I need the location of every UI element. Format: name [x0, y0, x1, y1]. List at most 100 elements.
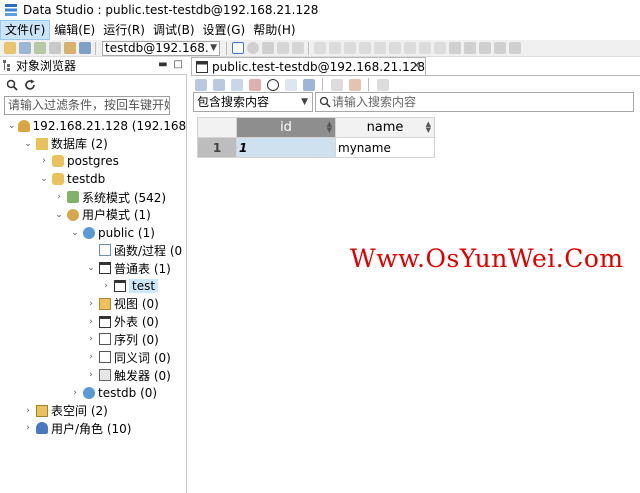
step-into-icon[interactable]	[448, 42, 461, 54]
close-icon[interactable]: ✕	[412, 59, 421, 72]
chevron-right-icon[interactable]: ›	[100, 281, 112, 291]
chevron-down-icon[interactable]: ⌄	[8, 121, 16, 131]
object-filter-input[interactable]: 请输入过滤条件，按回车键开始	[4, 96, 170, 115]
menu-run[interactable]: 运行(R)	[99, 20, 149, 40]
menu-file[interactable]: 文件(F)	[0, 20, 51, 40]
chevron-down-icon[interactable]: ⌄	[85, 263, 97, 273]
chevron-down-icon[interactable]: ⌄	[38, 174, 50, 184]
grid-cell-id[interactable]: 1	[236, 137, 336, 158]
menu-edit[interactable]: 编辑(E)	[50, 20, 99, 40]
tree-node-server[interactable]: ⌄ 192.168.21.128 (192.168.2	[0, 117, 187, 135]
tree-node-label: 同义词 (0)	[114, 350, 171, 365]
tree-node-user-schema[interactable]: ⌄ 用户模式 (1)	[0, 206, 187, 224]
tree-node-test-table[interactable]: › test	[0, 277, 187, 295]
uppercase-icon[interactable]	[328, 42, 341, 54]
new-connection-icon[interactable]	[3, 42, 16, 54]
connection-selector[interactable]: testdb@192.168. ▼	[102, 40, 220, 56]
continue-icon[interactable]	[291, 42, 304, 54]
column-header-id[interactable]: id ▲ ▼	[236, 117, 336, 138]
find-icon[interactable]	[418, 42, 431, 54]
uncomment-icon[interactable]	[373, 42, 386, 54]
tree-node-functions[interactable]: 函数/过程 (0	[0, 242, 187, 260]
chevron-right-icon[interactable]: ›	[85, 334, 97, 344]
sort-ascending-icon[interactable]	[330, 78, 343, 91]
chevron-right-icon[interactable]: ›	[85, 352, 97, 362]
data-grid: id ▲ ▼ name ▲ ▼ 1 1 myname	[197, 117, 435, 158]
stop-icon[interactable]	[246, 42, 259, 54]
tree-node-tables[interactable]: ⌄ 普通表 (1)	[0, 259, 187, 277]
view-icon	[99, 297, 111, 310]
tree-node-views[interactable]: › 视图 (0)	[0, 295, 187, 313]
tree-node-system-schema[interactable]: › 系统模式 (542)	[0, 188, 187, 206]
breakpoint-icon[interactable]	[433, 42, 446, 54]
chevron-right-icon[interactable]: ›	[85, 317, 97, 327]
search-icon[interactable]	[6, 79, 18, 91]
tree-node-sequences[interactable]: › 序列 (0)	[0, 331, 187, 349]
add-row-icon[interactable]	[230, 78, 243, 91]
search-scope-select[interactable]: 包含搜索内容 ▼	[193, 92, 313, 112]
execute-icon[interactable]	[231, 42, 244, 54]
app-logo-icon	[5, 4, 17, 16]
chevron-right-icon[interactable]: ›	[22, 406, 34, 416]
terminate-icon[interactable]	[493, 42, 506, 54]
outdent-icon[interactable]	[403, 42, 416, 54]
sort-icon[interactable]: ▲ ▼	[327, 121, 332, 134]
menu-help[interactable]: 帮助(H)	[249, 20, 299, 40]
chevron-right-icon[interactable]: ›	[38, 156, 50, 166]
delete-row-icon[interactable]	[248, 78, 261, 91]
indent-icon[interactable]	[388, 42, 401, 54]
comment-icon[interactable]	[358, 42, 371, 54]
step-out-icon[interactable]	[478, 42, 491, 54]
save-icon[interactable]	[302, 78, 315, 91]
refresh-icon[interactable]	[24, 79, 36, 91]
copy-icon[interactable]	[194, 78, 207, 91]
sort-descending-icon[interactable]	[348, 78, 361, 91]
sql-terminal-icon[interactable]	[48, 42, 61, 54]
sql-export-icon[interactable]	[284, 78, 297, 91]
step-icon[interactable]	[276, 42, 289, 54]
chevron-down-icon[interactable]: ⌄	[69, 228, 81, 238]
format-icon[interactable]	[313, 42, 326, 54]
grid-cell-name[interactable]: myname	[335, 137, 435, 158]
tree-node-synonyms[interactable]: › 同义词 (0)	[0, 348, 187, 366]
minimize-icon[interactable]: ▬	[158, 59, 167, 70]
grid-corner-cell[interactable]	[197, 117, 237, 138]
tree-node-testdb[interactable]: ⌄ testdb	[0, 170, 187, 188]
tree-node-users-roles[interactable]: › 用户/角色 (10)	[0, 420, 187, 438]
maximize-icon[interactable]: □	[174, 59, 183, 70]
refresh-icon[interactable]	[266, 78, 279, 91]
paste-icon[interactable]	[212, 78, 225, 91]
tree-node-tablespaces[interactable]: › 表空间 (2)	[0, 402, 187, 420]
tree-node-postgres[interactable]: › postgres	[0, 153, 187, 171]
tree-node-foreign-tables[interactable]: › 外表 (0)	[0, 313, 187, 331]
chevron-down-icon[interactable]: ⌄	[22, 139, 34, 149]
chevron-right-icon[interactable]: ›	[85, 370, 97, 380]
row-number-cell[interactable]: 1	[197, 137, 237, 158]
object-browser-tab[interactable]: 对象浏览器 ▬ □	[0, 57, 187, 75]
schema-icon	[83, 386, 95, 399]
chevron-right-icon[interactable]: ›	[53, 192, 65, 202]
tree-node-testdb-schema[interactable]: › testdb (0)	[0, 384, 187, 402]
settings-icon[interactable]	[508, 42, 521, 54]
chevron-down-icon[interactable]: ⌄	[53, 210, 65, 220]
chevron-right-icon[interactable]: ›	[85, 299, 97, 309]
chevron-right-icon[interactable]: ›	[22, 423, 34, 433]
save-icon[interactable]	[78, 42, 91, 54]
disconnect-icon[interactable]	[18, 42, 31, 54]
tree-node-databases[interactable]: ⌄ 数据库 (2)	[0, 135, 187, 153]
menu-debug[interactable]: 调试(B)	[149, 20, 199, 40]
column-header-name[interactable]: name ▲ ▼	[335, 117, 435, 138]
open-icon[interactable]	[63, 42, 76, 54]
step-over-icon[interactable]	[463, 42, 476, 54]
properties-icon[interactable]	[376, 78, 389, 91]
tree-node-triggers[interactable]: › 触发器 (0)	[0, 366, 187, 384]
chevron-right-icon[interactable]: ›	[69, 388, 81, 398]
tree-node-public[interactable]: ⌄ public (1)	[0, 224, 187, 242]
search-input[interactable]: 请输入搜索内容	[315, 92, 634, 112]
lowercase-icon[interactable]	[343, 42, 356, 54]
editor-tab-public-test[interactable]: public.test-testdb@192.168.21.128 ✕	[191, 57, 426, 75]
sort-icon[interactable]: ▲ ▼	[426, 121, 431, 134]
menu-settings[interactable]: 设置(G)	[199, 20, 250, 40]
debug-icon[interactable]	[261, 42, 274, 54]
refresh-icon[interactable]	[33, 42, 46, 54]
